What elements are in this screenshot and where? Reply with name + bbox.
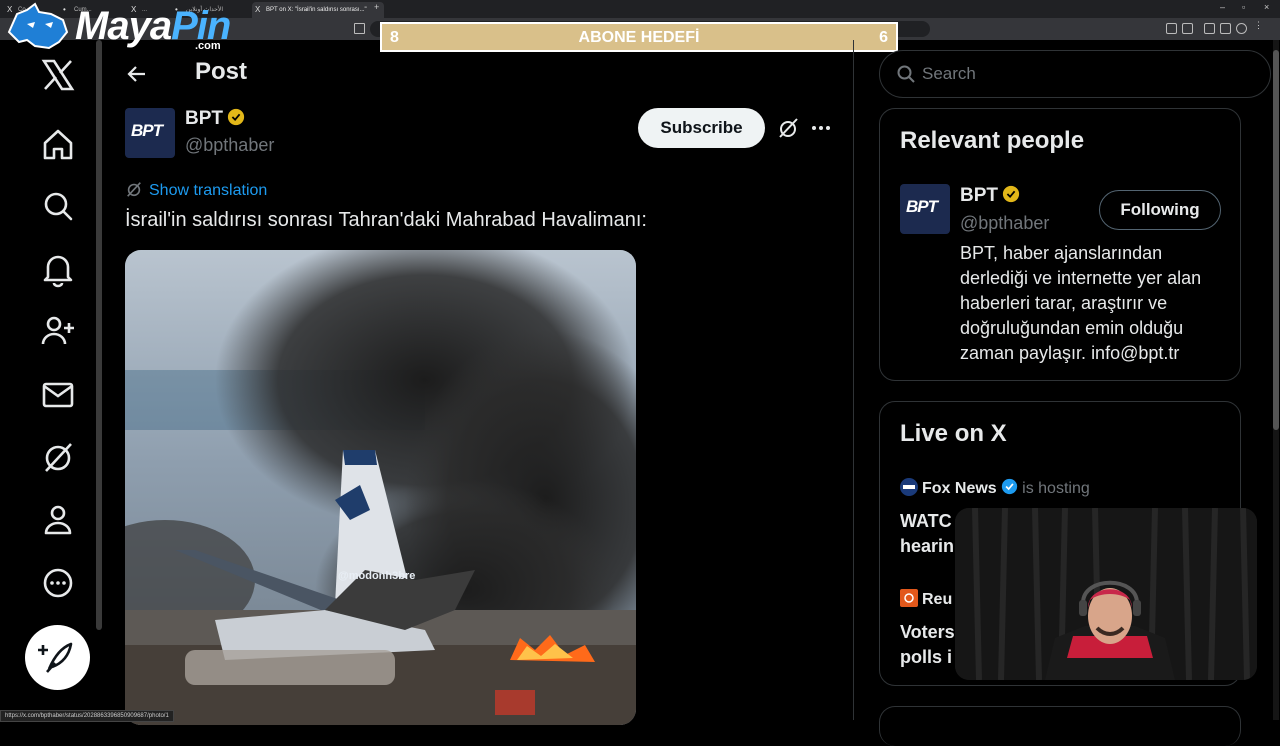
compose-feather-icon [38,642,73,673]
bio-line: derlediği ve internette yer alan [960,268,1202,288]
page-title: Post [195,58,248,85]
live-host-suffix: is hosting [1022,480,1090,497]
notifications-bell-icon[interactable] [38,249,78,289]
webcam-overlay [955,508,1257,680]
new-tab-button[interactable]: + [374,2,379,12]
live-host-row[interactable]: Reu [900,589,952,609]
left-scrollbar[interactable] [96,40,102,630]
live-title-2[interactable]: Voters polls i [900,620,955,670]
author-name[interactable]: BPT [185,108,245,130]
live-host-name: Fox News [922,480,997,497]
main-column: Post BPT BPT @bpthaber Subscribe Show tr… [103,40,854,725]
scrollbar-thumb[interactable] [1273,50,1279,430]
avatar-text: BPT [131,121,163,140]
relevant-avatar[interactable]: BPT [900,184,950,234]
show-translation-link[interactable]: Show translation [125,180,267,200]
compose-post-button[interactable] [25,625,90,690]
more-options-icon[interactable] [38,563,78,603]
more-menu-icon[interactable] [809,116,833,140]
live-title-line: hearin [900,536,955,556]
post-photo[interactable]: @modonh3bre [125,250,636,725]
bio-line: zaman paylaşır. info@bpt.tr [960,343,1180,363]
following-button[interactable]: Following [1099,190,1221,230]
show-translation-text: Show translation [149,182,268,199]
next-panel [879,706,1241,746]
photo-watermark: @modonh3bre [338,570,416,582]
back-arrow-icon[interactable] [125,62,149,86]
burning-aircraft-photo [125,250,636,725]
verified-blue-badge-icon [1001,478,1017,495]
messages-envelope-icon[interactable] [38,375,78,415]
post-text: İsrail'in saldırısı sonrası Tahran'daki … [125,209,647,231]
subscribe-button[interactable]: Subscribe [638,108,765,148]
grok-icon[interactable] [776,116,800,140]
left-nav [0,40,100,720]
live-host-row[interactable]: Fox News is hosting [900,478,1090,498]
profile-icon[interactable] [38,500,78,540]
sidebar-icon[interactable] [1204,23,1215,34]
relevant-bio: BPT, haber ajanslarından derlediği ve in… [960,241,1230,366]
close-button[interactable]: × [1264,2,1269,12]
live-title-line: polls i [900,647,953,667]
extension-icon[interactable] [1220,23,1231,34]
live-title-1[interactable]: WATC hearin [900,509,954,559]
streamer-webcam-image [955,508,1257,680]
search-placeholder: Search [922,64,976,83]
author-handle[interactable]: @bpthaber [185,135,274,156]
fox-news-avatar-icon [900,478,918,496]
bio-line: doğruluğundan emin olduğu [960,318,1184,338]
page-scrollbar[interactable] [1273,40,1279,720]
relevant-name-text: BPT [960,185,998,206]
bio-line: BPT, haber ajanslarından [960,243,1163,263]
grok-translate-icon [127,182,141,197]
live-host-name: Reu [922,591,953,608]
relevant-handle[interactable]: @bpthaber [960,213,1049,234]
maximize-button[interactable]: ▫ [1242,2,1245,12]
status-url-tooltip: https://x.com/bpthaber/status/2028863396… [0,710,174,722]
avatar-text: BPT [906,197,938,216]
reuters-avatar-icon [900,589,918,607]
home-icon[interactable] [38,124,78,164]
author-name-text: BPT [185,108,223,129]
live-title-line: WATC [900,511,952,531]
relevant-people-panel: Relevant people BPT BPT @bpthaber Follow… [879,108,1241,381]
relevant-name[interactable]: BPT [960,185,1020,207]
live-title-line: Voters [900,622,955,642]
minimize-button[interactable]: – [1220,2,1225,12]
verified-gold-badge-icon [1002,185,1020,203]
search-box[interactable]: Search [879,50,1271,98]
extension-icon[interactable] [1182,23,1193,34]
tab-title: BPT on X: "İsrail'in saldırısı sonrası..… [266,7,367,13]
relevant-people-heading: Relevant people [900,127,1085,154]
follow-people-icon[interactable] [38,311,78,351]
x-tab-icon: X [255,5,261,14]
search-icon [897,65,915,83]
author-avatar[interactable]: BPT [125,108,175,158]
bookmark-icon[interactable] [354,23,365,34]
bio-line: haberleri tarar, araştırır ve [960,293,1168,313]
search-icon[interactable] [38,186,78,226]
x-logo-icon[interactable] [38,55,78,95]
extension-icon[interactable] [1166,23,1177,34]
verified-gold-badge-icon [227,108,245,126]
menu-icon[interactable]: ⋮ [1252,20,1263,32]
browser-tab-active[interactable]: X BPT on X: "İsrail'in saldırısı sonrası.… [252,2,384,18]
live-heading: Live on X [900,420,1007,447]
grok-icon[interactable] [38,437,78,477]
profile-icon[interactable] [1236,23,1247,34]
